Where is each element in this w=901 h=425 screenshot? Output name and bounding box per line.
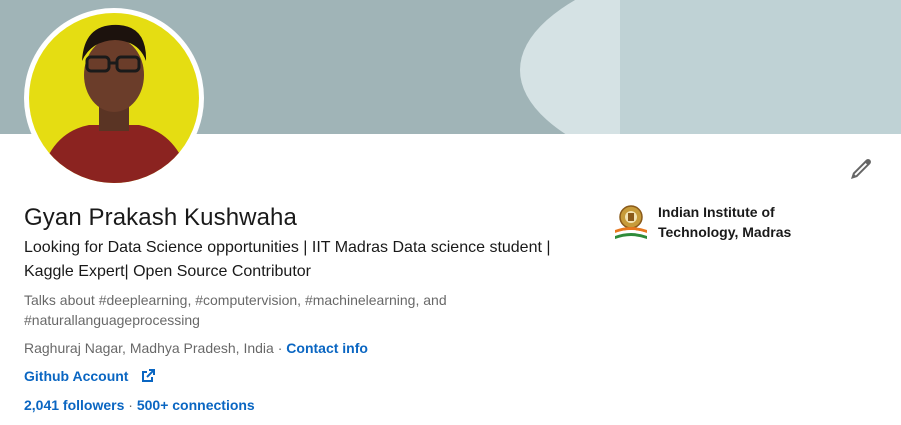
- github-account-link[interactable]: Github Account: [24, 366, 128, 386]
- pencil-icon: [851, 159, 871, 179]
- education-item[interactable]: Indian Institute of Technology, Madras: [612, 202, 828, 242]
- location-row: Raghuraj Nagar, Madhya Pradesh, India · …: [24, 338, 368, 358]
- edit-intro-button[interactable]: [846, 154, 876, 184]
- location-text: Raghuraj Nagar, Madhya Pradesh, India: [24, 340, 274, 356]
- school-name: Indian Institute of Technology, Madras: [658, 204, 792, 240]
- talks-about: Talks about #deeplearning, #computervisi…: [24, 292, 447, 328]
- iit-madras-logo-icon: [615, 205, 647, 239]
- profile-headline: Looking for Data Science opportunities |…: [24, 239, 551, 280]
- profile-photo: [29, 13, 199, 183]
- website-row[interactable]: Github Account: [24, 366, 156, 386]
- stats-separator: ·: [124, 397, 137, 413]
- connections-link[interactable]: 500+ connections: [137, 397, 255, 413]
- profile-name: Gyan Prakash Kushwaha: [24, 204, 297, 231]
- location-separator: ·: [273, 340, 287, 356]
- contact-info-link[interactable]: Contact info: [286, 340, 368, 356]
- network-stats: 2,041 followers · 500+ connections: [24, 395, 255, 415]
- external-link-icon[interactable]: [140, 368, 156, 384]
- profile-avatar[interactable]: [24, 8, 204, 188]
- followers-link[interactable]: 2,041 followers: [24, 397, 124, 413]
- banner-shape-right: [620, 0, 901, 134]
